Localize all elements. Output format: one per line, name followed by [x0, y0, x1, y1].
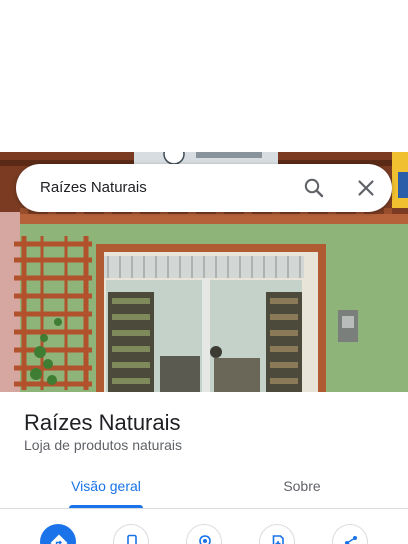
location-pin-icon [199, 535, 211, 544]
close-icon[interactable] [354, 176, 378, 200]
tab-about-label: Sobre [283, 478, 321, 494]
place-category: Loja de produtos naturais [24, 437, 182, 453]
tab-overview-label: Visão geral [71, 478, 141, 494]
call-button[interactable] [113, 524, 149, 544]
directions-button[interactable] [40, 524, 76, 544]
search-input[interactable]: Raízes Naturais [40, 178, 147, 198]
map-blank-area [0, 0, 408, 152]
tabs-divider [0, 508, 408, 509]
tab-about[interactable]: Sobre [225, 470, 379, 510]
share-button[interactable] [332, 524, 368, 544]
phone-icon [127, 534, 137, 544]
share-icon [345, 536, 357, 544]
save-button[interactable] [259, 524, 295, 544]
save-icon [272, 535, 284, 544]
place-name: Raízes Naturais [24, 410, 181, 435]
search-icon[interactable] [302, 176, 326, 200]
tab-overview[interactable]: Visão geral [29, 470, 183, 510]
search-bar[interactable]: Raízes Naturais [16, 164, 392, 212]
nearby-button[interactable] [186, 524, 222, 544]
directions-icon [50, 534, 68, 544]
